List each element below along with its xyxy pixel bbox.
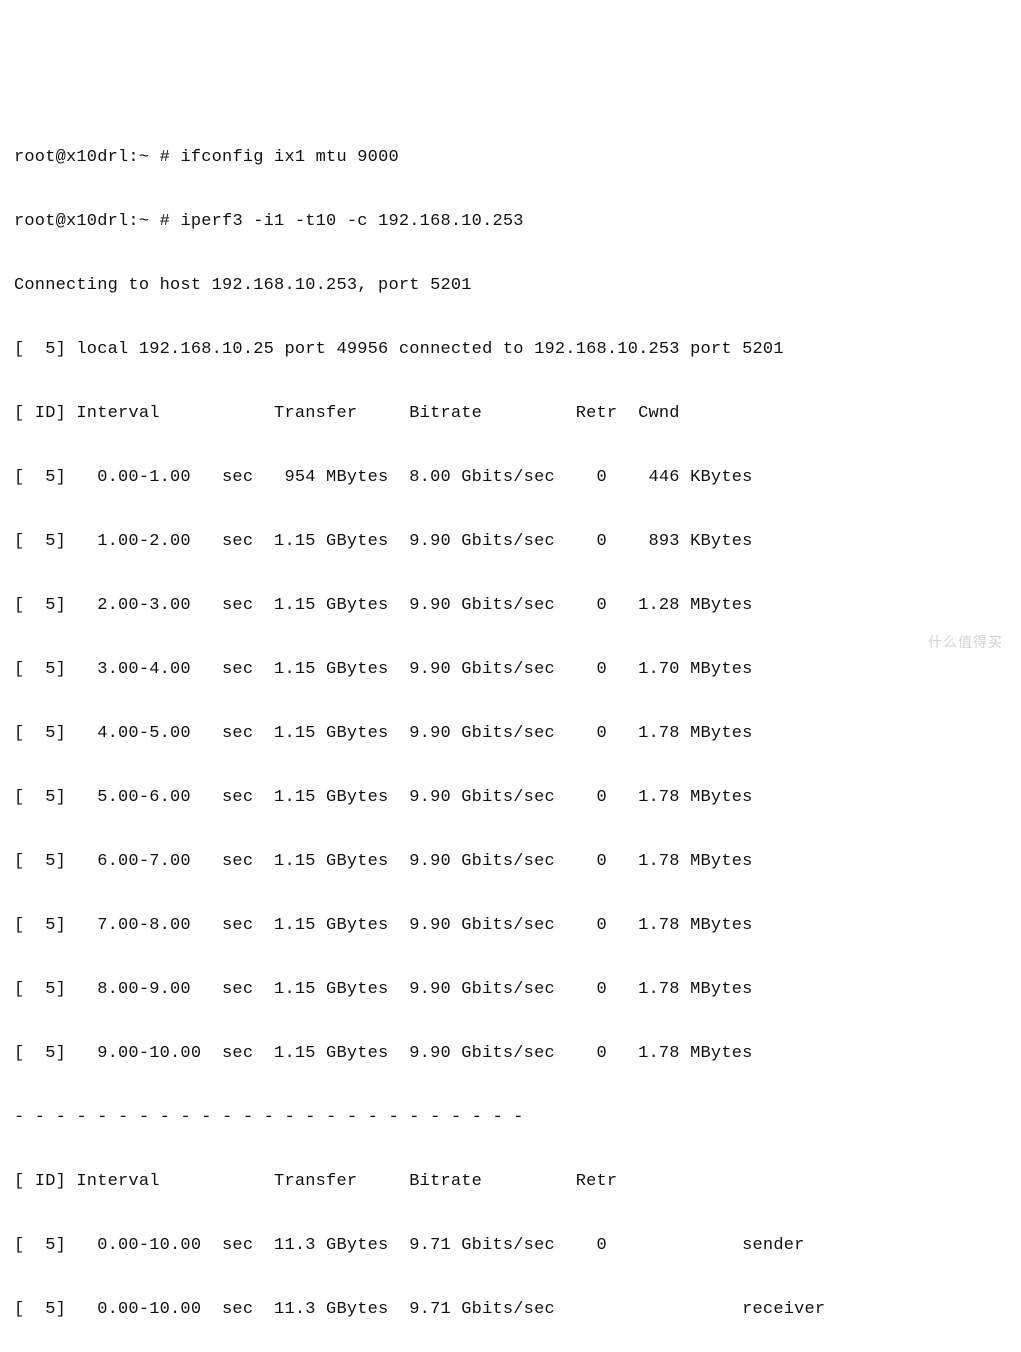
- summary-header: [ ID] Interval Transfer Bitrate Retr: [14, 1166, 1007, 1198]
- command-iperf3: iperf3 -i1 -t10 -c 192.168.10.253: [180, 212, 523, 231]
- table-row: [ 5] 1.00-2.00 sec 1.15 GBytes 9.90 Gbit…: [14, 526, 1007, 558]
- table-row: [ 5] 4.00-5.00 sec 1.15 GBytes 9.90 Gbit…: [14, 718, 1007, 750]
- table-row: [ 5] 6.00-7.00 sec 1.15 GBytes 9.90 Gbit…: [14, 846, 1007, 878]
- summary-row-sender: [ 5] 0.00-10.00 sec 11.3 GBytes 9.71 Gbi…: [14, 1230, 1007, 1262]
- prompt-line-1: root@x10drl:~ # ifconfig ix1 mtu 9000: [14, 142, 1007, 174]
- connecting-line: Connecting to host 192.168.10.253, port …: [14, 270, 1007, 302]
- summary-row-receiver: [ 5] 0.00-10.00 sec 11.3 GBytes 9.71 Gbi…: [14, 1294, 1007, 1326]
- table-row: [ 5] 2.00-3.00 sec 1.15 GBytes 9.90 Gbit…: [14, 590, 1007, 622]
- shell-prompt: root@x10drl:~ #: [14, 148, 180, 167]
- table-row: [ 5] 9.00-10.00 sec 1.15 GBytes 9.90 Gbi…: [14, 1038, 1007, 1070]
- table-row: [ 5] 5.00-6.00 sec 1.15 GBytes 9.90 Gbit…: [14, 782, 1007, 814]
- interval-header: [ ID] Interval Transfer Bitrate Retr Cwn…: [14, 398, 1007, 430]
- shell-prompt: root@x10drl:~ #: [14, 212, 180, 231]
- table-row: [ 5] 3.00-4.00 sec 1.15 GBytes 9.90 Gbit…: [14, 654, 1007, 686]
- separator-line: - - - - - - - - - - - - - - - - - - - - …: [14, 1102, 1007, 1134]
- table-row: [ 5] 8.00-9.00 sec 1.15 GBytes 9.90 Gbit…: [14, 974, 1007, 1006]
- command-ifconfig: ifconfig ix1 mtu 9000: [180, 148, 398, 167]
- table-row: [ 5] 0.00-1.00 sec 954 MBytes 8.00 Gbits…: [14, 462, 1007, 494]
- prompt-line-2: root@x10drl:~ # iperf3 -i1 -t10 -c 192.1…: [14, 206, 1007, 238]
- table-row: [ 5] 7.00-8.00 sec 1.15 GBytes 9.90 Gbit…: [14, 910, 1007, 942]
- local-line: [ 5] local 192.168.10.25 port 49956 conn…: [14, 334, 1007, 366]
